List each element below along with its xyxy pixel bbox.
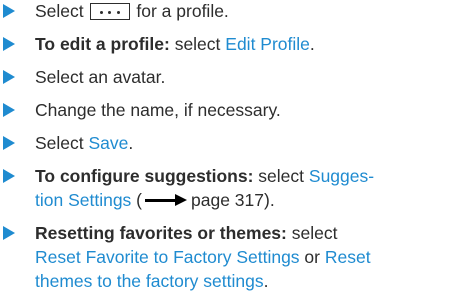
step-text: To edit a profile: select Edit Profile. [35,32,455,56]
step-text: Select for a profile. [35,0,455,23]
save-link[interactable]: Save [89,133,129,153]
bullet-arrow-icon [3,70,15,84]
step-text-pre: Select [35,1,84,21]
bullet-arrow-icon [3,136,15,150]
step-text-post: . [128,133,134,153]
step-text: To configure suggestions: select Sugges- [35,164,455,188]
step-text-line2: Reset Favorite to Factory Settings or Re… [35,245,455,269]
step-text-line3: themes to the factory settings. [35,269,455,293]
step-text-post: . [263,271,269,291]
step-text-post: for a profile. [136,1,229,21]
suggestion-settings-link[interactable]: Sugges- [309,166,374,186]
long-arrow-right-icon [145,193,188,207]
step-text: Change the name, if necessary. [35,100,281,120]
step-text: Select Save. [35,131,455,155]
reset-themes-link[interactable]: themes to the factory settings [35,271,264,291]
step-text-or: or [299,247,325,267]
step-lead: Resetting favorites or themes: [35,223,287,243]
more-dots-icon [89,3,130,20]
step-text-pre: select [286,223,338,243]
bullet-arrow-icon [3,169,15,183]
page-reference: page 317). [191,190,275,210]
bullet-arrow-icon [3,103,15,117]
bullet-arrow-icon [3,4,15,18]
step-lead: To edit a profile: [35,34,170,54]
step-text-pre: select [169,34,226,54]
reset-themes-link[interactable]: Reset [325,247,371,267]
step-text-post: . [309,34,315,54]
bullet-arrow-icon [3,37,15,51]
instruction-steps: Select for a profile. To edit a profile:… [0,0,462,307]
step-text-mid: ( [131,190,143,210]
bullet-arrow-icon [3,226,15,240]
step-text-line2: tion Settings ( page 317). [35,188,455,212]
reset-favorite-link[interactable]: Reset Favorite to Factory Settings [35,247,300,267]
step-text: Resetting favorites or themes: select [35,221,455,245]
step-lead: To configure suggestions: [35,166,254,186]
step-text-pre: select [253,166,309,186]
step-text: Select an avatar. [35,67,166,87]
edit-profile-link[interactable]: Edit Profile [225,34,310,54]
step-text-pre: Select [35,133,89,153]
suggestion-settings-link[interactable]: tion Settings [35,190,131,210]
